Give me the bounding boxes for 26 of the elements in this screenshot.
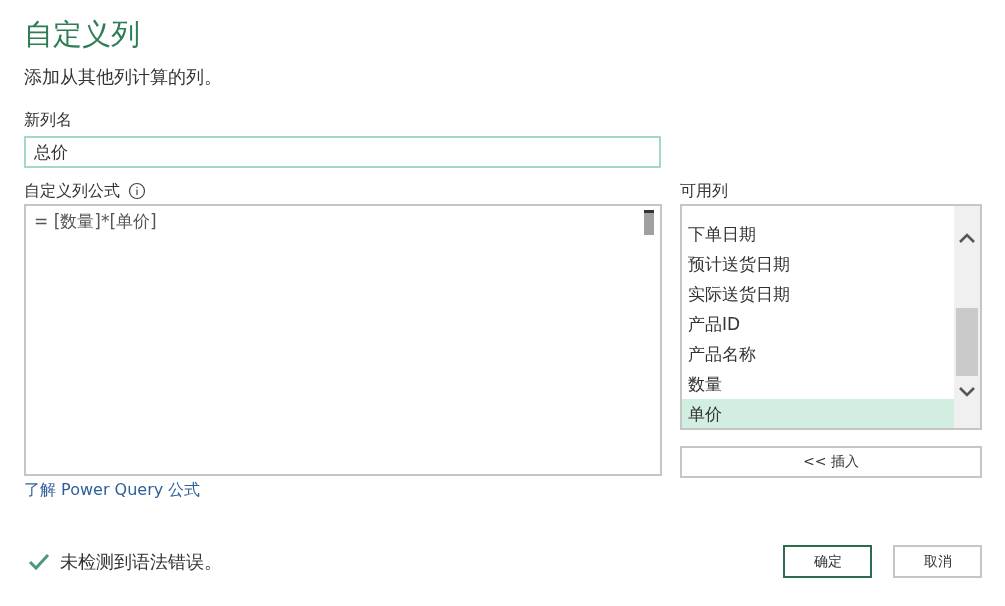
list-item[interactable]: 数量 (682, 369, 954, 399)
ok-button[interactable]: 确定 (783, 545, 872, 578)
scroll-up-icon[interactable] (958, 232, 976, 244)
formula-text: = [数量]*[单价] (34, 211, 157, 231)
cancel-button[interactable]: 取消 (893, 545, 982, 578)
list-item[interactable]: 产品ID (682, 309, 954, 339)
help-link[interactable]: 了解 Power Query 公式 (24, 480, 201, 501)
status-text: 未检测到语法错误。 (60, 549, 222, 574)
scrollbar[interactable] (644, 210, 654, 235)
check-icon (28, 552, 50, 571)
field-label: 可用列 (680, 180, 729, 202)
formula-editor[interactable]: = [数量]*[单价] (24, 204, 662, 476)
dialog-title: 自定义列 (24, 16, 141, 53)
description: 添加从其他列计算的列。 (24, 65, 223, 89)
list-item[interactable]: 下单日期 (682, 219, 954, 249)
list-item[interactable]: 单价 (682, 399, 954, 428)
field-label: 新列名 (24, 109, 73, 131)
scrollbar[interactable] (954, 206, 980, 428)
info-icon[interactable] (128, 182, 146, 200)
list-item[interactable]: 产品名称 (682, 339, 954, 369)
insert-button[interactable]: << 插入 (680, 446, 982, 478)
scroll-down-icon[interactable] (958, 386, 976, 398)
list-item[interactable]: 预计送货日期 (682, 249, 954, 279)
column-name-field[interactable]: 总价 (24, 136, 661, 168)
list-item[interactable]: 实际送货日期 (682, 279, 954, 309)
field-label: 自定义列公式 (24, 180, 120, 202)
